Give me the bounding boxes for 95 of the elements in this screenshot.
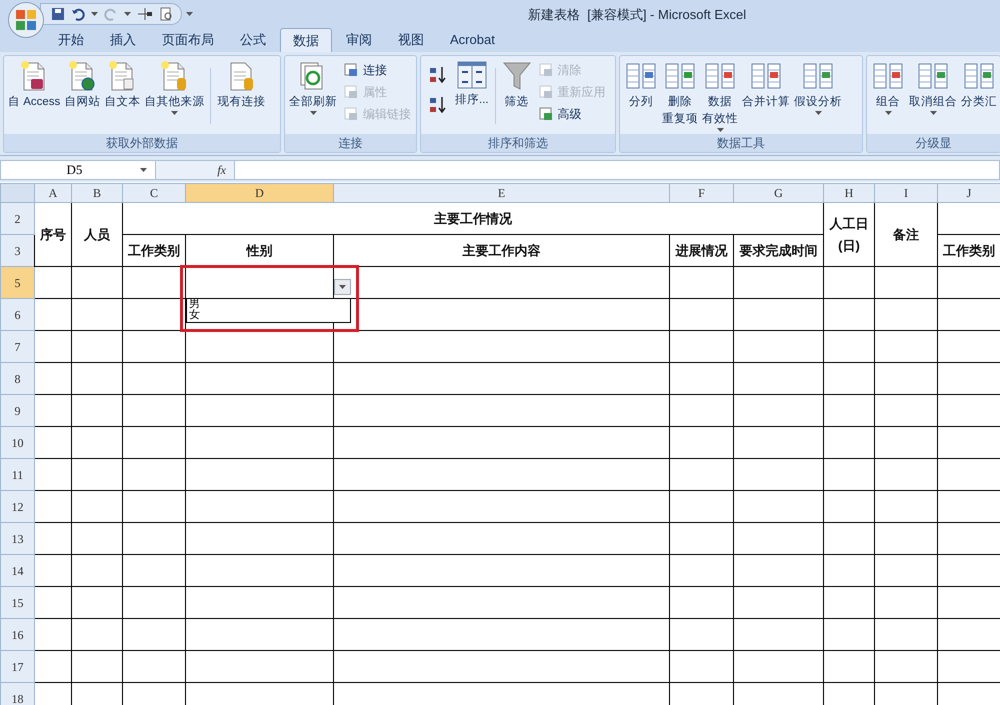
caret-icon xyxy=(140,168,147,172)
ribbon-tab[interactable]: Acrobat xyxy=(438,28,507,52)
dropdown-arrow-button[interactable] xyxy=(334,279,351,295)
ribbon-tab[interactable]: 视图 xyxy=(386,28,436,52)
row-header[interactable]: 10 xyxy=(0,426,34,458)
toolbar-icon[interactable] xyxy=(137,6,153,20)
header-text: 备注 xyxy=(893,226,919,242)
row-header[interactable]: 16 xyxy=(0,618,34,650)
column-header[interactable]: D xyxy=(186,184,334,202)
ribbon-tab[interactable]: 页面布局 xyxy=(150,28,226,52)
insert-function-button[interactable]: fx xyxy=(217,161,226,179)
row-header[interactable]: 2 xyxy=(0,202,34,234)
group-label: 排序和筛选 xyxy=(421,134,615,152)
group-label: 连接 xyxy=(285,134,416,152)
ribbon-button[interactable]: 自网站 xyxy=(62,56,102,134)
formula-input[interactable] xyxy=(234,160,1000,180)
header-text: 进展情况 xyxy=(676,242,728,258)
caret-icon xyxy=(339,285,346,289)
ribbon-tab[interactable]: 插入 xyxy=(98,28,148,52)
column-header[interactable]: H xyxy=(824,184,874,202)
row-header[interactable]: 3 xyxy=(0,234,34,266)
row-header[interactable]: 13 xyxy=(0,522,34,554)
row-header[interactable]: 11 xyxy=(0,458,34,490)
funnel-icon xyxy=(502,60,532,92)
ribbon-button[interactable]: 自 Access xyxy=(6,56,62,134)
small-tool-icon xyxy=(538,62,554,78)
ribbon-button[interactable]: 现有连接 xyxy=(215,56,268,134)
column-header[interactable]: B xyxy=(72,184,122,202)
ribbon-button[interactable]: 分类汇 xyxy=(959,56,999,134)
row-header[interactable]: 15 xyxy=(0,586,34,618)
ribbon-tab[interactable]: 开始 xyxy=(46,28,96,52)
row-header[interactable]: 14 xyxy=(0,554,34,586)
print-preview-icon[interactable] xyxy=(159,6,173,20)
row-header[interactable]: 8 xyxy=(0,362,34,394)
ribbon-button[interactable]: 全部刷新 xyxy=(287,56,339,134)
group-label: 分级显 xyxy=(867,134,1000,152)
customize-toolbar-icon xyxy=(186,12,193,16)
ribbon-button[interactable]: 筛选 xyxy=(500,56,534,134)
column-header[interactable]: A xyxy=(34,184,72,202)
header-text: 工作类别 xyxy=(943,242,995,258)
row-header[interactable]: 5 xyxy=(0,266,34,298)
header-text: 性别 xyxy=(246,242,272,258)
small-tool-icon xyxy=(538,106,554,122)
ribbon-button[interactable]: 合并计算 xyxy=(740,56,792,134)
row-header[interactable]: 18 xyxy=(0,682,34,705)
small-tool-icon xyxy=(343,84,359,100)
ribbon-button[interactable]: 取消组合 xyxy=(907,56,959,134)
ribbon-tab[interactable]: 公式 xyxy=(228,28,278,52)
window-title: 新建表格 [兼容模式] - Microsoft Excel xyxy=(528,6,746,24)
row-header[interactable]: 17 xyxy=(0,650,34,682)
small-tool-icon xyxy=(538,84,554,100)
document-icon xyxy=(67,60,98,92)
column-header[interactable]: G xyxy=(734,184,824,202)
save-icon[interactable] xyxy=(51,6,65,20)
ribbon-button[interactable]: 删除重复项 xyxy=(660,56,700,134)
header-text: 主要工作情况 xyxy=(434,210,512,226)
header-text: 序号 xyxy=(40,226,66,242)
column-header[interactable]: E xyxy=(334,184,670,202)
ribbon-small-button[interactable]: 连接 xyxy=(339,60,415,79)
header-text: 主要工作内容 xyxy=(462,242,540,258)
ribbon-tab[interactable]: 数据 xyxy=(280,28,332,52)
small-tool-icon xyxy=(343,62,359,78)
group-label: 获取外部数据 xyxy=(4,134,280,152)
name-box[interactable]: D5 xyxy=(0,160,156,180)
ribbon-button[interactable]: 自文本 xyxy=(102,56,142,134)
row-header[interactable]: 7 xyxy=(0,330,34,362)
ribbon-button[interactable]: 分列 xyxy=(622,56,660,134)
caret-icon xyxy=(91,12,98,16)
header-text: 人员 xyxy=(84,226,110,242)
column-header[interactable]: F xyxy=(670,184,734,202)
column-header[interactable]: I xyxy=(874,184,938,202)
ribbon-button[interactable]: 排序... xyxy=(453,56,491,134)
header-text: 人工日 (日) xyxy=(830,214,868,255)
ribbon-button[interactable]: 自其他来源 xyxy=(142,56,206,134)
header-text: 要求完成时间 xyxy=(740,242,818,258)
ribbon-button[interactable]: 组合 xyxy=(869,56,907,134)
row-header[interactable]: 12 xyxy=(0,490,34,522)
caret-icon xyxy=(124,12,131,16)
row-header[interactable]: 9 xyxy=(0,394,34,426)
row-header[interactable]: 6 xyxy=(0,298,34,330)
small-tool-icon xyxy=(343,106,359,122)
ribbon-tab[interactable]: 审阅 xyxy=(334,28,384,52)
header-text: 工作类别 xyxy=(128,242,180,258)
group-label: 数据工具 xyxy=(620,134,862,152)
column-header[interactable]: C xyxy=(122,184,186,202)
ribbon-button[interactable]: 数据有效性 xyxy=(700,56,740,134)
ribbon-small-button[interactable]: 高级 xyxy=(534,104,610,123)
undo-icon[interactable] xyxy=(71,6,85,20)
sort-ascending-icon xyxy=(428,65,448,85)
office-logo-icon xyxy=(15,9,37,31)
dropdown-option[interactable]: 女 xyxy=(189,310,350,321)
sort-icon xyxy=(456,60,487,90)
column-header[interactable]: J xyxy=(938,184,1000,202)
sort-descending-icon xyxy=(428,95,448,115)
ribbon-button[interactable]: 假设分析 xyxy=(792,56,844,134)
